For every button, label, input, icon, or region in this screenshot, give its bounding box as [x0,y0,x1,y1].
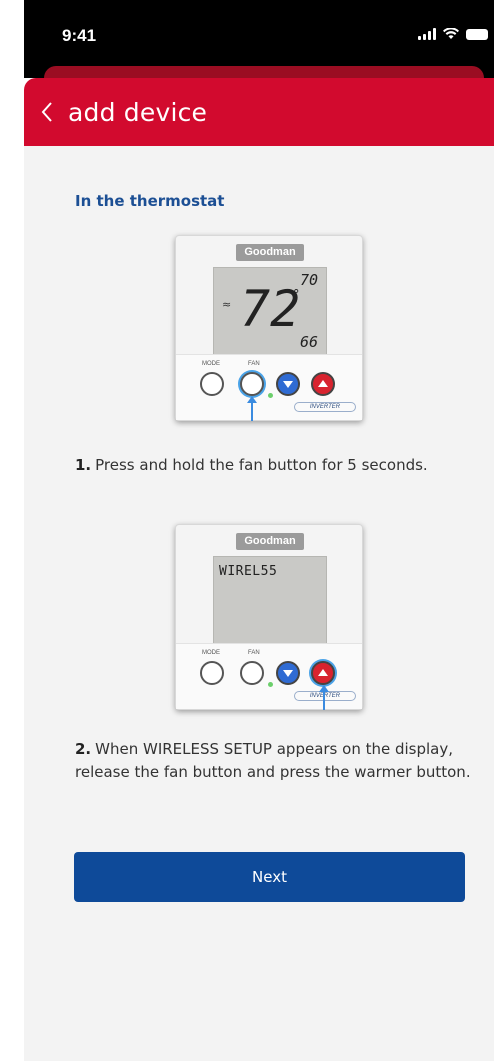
warmer-button-icon [311,661,335,685]
main-content[interactable]: In the thermostat Goodman ≈ 72 ° 70 66 M… [24,146,494,1061]
arrow-up-icon [319,685,329,710]
cooler-button-icon [276,661,300,685]
step-2-text: When WIRELESS SETUP appears on the displ… [75,740,471,781]
step-1-text: Press and hold the fan button for 5 seco… [95,456,428,474]
mode-button-icon [200,372,224,396]
high-setpoint: 70 [299,271,318,289]
low-setpoint: 66 [299,333,318,351]
current-temperature: 72 [240,280,301,338]
thermostat-fan-illustration: Goodman ≈ 72 ° 70 66 MODE FAN INVERTER [175,235,363,421]
next-button[interactable]: Next [74,852,465,902]
wifi-icon: ≈ [222,298,232,311]
mode-button-icon [200,661,224,685]
mode-label: MODE [202,361,220,367]
wifi-icon [443,28,459,39]
arrow-up-icon [247,396,257,421]
thermostat-button-panel: MODE FAN INVERTER [176,354,362,420]
fan-button-icon [240,661,264,685]
cellular-signal-icon [418,28,436,40]
degree-icon: ° [293,288,300,303]
chevron-left-icon [41,102,52,122]
led-indicator-icon [268,682,273,687]
brand-logo: Goodman [236,244,304,261]
led-indicator-icon [268,393,273,398]
thermostat-display: WIREL55 [213,556,327,644]
step-1-number: 1. [75,456,92,474]
step-1: 1. Press and hold the fan button for 5 se… [75,454,475,477]
status-time: 9:41 [62,26,97,45]
inverter-badge: INVERTER [294,691,356,701]
battery-icon [466,28,488,40]
fan-label: FAN [248,650,260,656]
step-2: 2. When WIRELESS SETUP appears on the dis… [75,738,475,784]
thermostat-wireless-illustration: Goodman WIREL55 MODE FAN INVERTER [175,524,363,710]
fan-label: FAN [248,361,260,367]
inverter-badge: INVERTER [294,402,356,412]
step-2-number: 2. [75,740,92,758]
thermostat-display: ≈ 72 ° 70 66 [213,267,327,355]
app-header: add device [24,78,494,146]
warmer-button-icon [311,372,335,396]
display-text: WIREL55 [219,564,278,579]
brand-logo: Goodman [236,533,304,550]
page-title: add device [68,97,208,127]
status-icons [418,28,488,40]
mode-label: MODE [202,650,220,656]
section-title: In the thermostat [75,192,225,210]
thermostat-button-panel: MODE FAN INVERTER [176,643,362,709]
back-button[interactable] [24,78,54,146]
cooler-button-icon [276,372,300,396]
fan-button-icon [240,372,264,396]
